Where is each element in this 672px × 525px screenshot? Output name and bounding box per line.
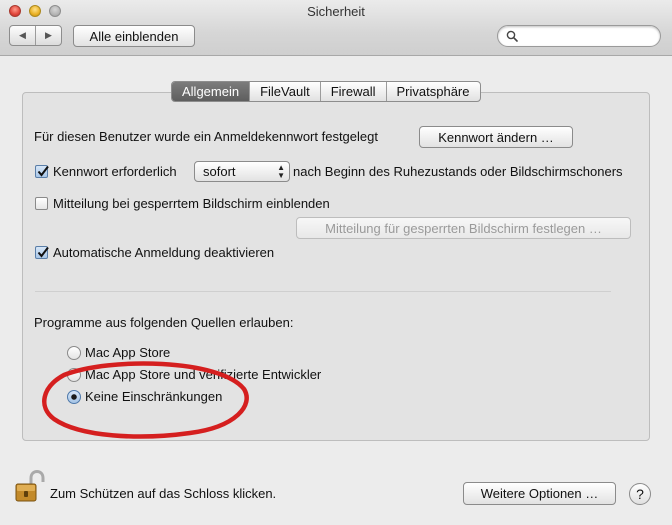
back-button[interactable]: ◀ [10, 26, 35, 45]
require-password-checkbox[interactable] [35, 165, 49, 178]
disable-autologin-checkbox[interactable] [35, 246, 49, 259]
radio-mac-app-store[interactable] [67, 346, 81, 360]
checkmark-icon [37, 246, 49, 258]
password-delay-select[interactable]: sofort ▲ ▼ [194, 161, 290, 182]
show-message-label: Mitteilung bei gesperrtem Bildschirm ein… [53, 196, 330, 211]
password-set-text: Für diesen Benutzer wurde ein Anmeldeken… [34, 129, 378, 144]
lock-hint-text: Zum Schützen auf das Schloss klicken. [50, 486, 277, 501]
require-password-suffix: nach Beginn des Ruhezustands oder Bildsc… [293, 164, 623, 179]
tab-filevault[interactable]: FileVault [249, 82, 320, 101]
change-password-button[interactable]: Kennwort ändern … [419, 126, 573, 148]
checkmark-icon [37, 165, 49, 177]
title-bar: Sicherheit ◀ ▶ Alle einblenden [0, 0, 672, 56]
nav-segmented-control: ◀ ▶ [9, 25, 62, 46]
separator [35, 291, 611, 292]
tab-bar: Allgemein FileVault Firewall Privatsphär… [171, 81, 481, 102]
password-delay-value: sofort [203, 164, 236, 179]
require-password-label: Kennwort erforderlich [53, 164, 177, 179]
show-message-checkbox[interactable] [35, 197, 48, 210]
window-title: Sicherheit [307, 4, 365, 19]
lock-open-icon[interactable] [15, 470, 45, 504]
search-icon [506, 30, 518, 42]
disable-autologin-label: Automatische Anmeldung deaktivieren [53, 245, 275, 260]
show-all-button[interactable]: Alle einblenden [73, 25, 195, 47]
tab-firewall[interactable]: Firewall [319, 82, 386, 101]
help-button[interactable]: ? [629, 483, 651, 505]
forward-button[interactable]: ▶ [35, 26, 61, 45]
tab-privatsphaere[interactable]: Privatsphäre [385, 82, 480, 101]
sources-heading: Programme aus folgenden Quellen erlauben… [34, 315, 294, 330]
annotation-ellipse [42, 361, 249, 439]
search-input[interactable] [497, 25, 661, 47]
updown-arrows-icon: ▲ ▼ [277, 163, 285, 180]
advanced-options-button[interactable]: Weitere Optionen … [463, 482, 616, 505]
set-message-button[interactable]: Mitteilung für gesperrten Bildschirm fes… [296, 217, 631, 239]
radio-mac-app-store-label: Mac App Store [85, 345, 171, 360]
tab-allgemein[interactable]: Allgemein [172, 82, 250, 101]
